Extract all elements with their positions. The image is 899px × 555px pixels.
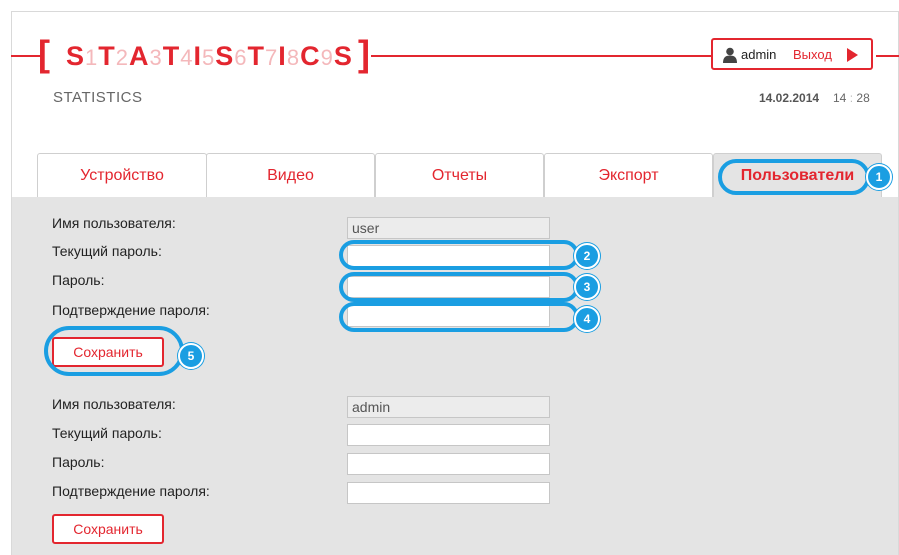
username-label: Имя пользователя: — [52, 396, 176, 412]
current-time: 14 : 28 — [833, 91, 870, 105]
confirm-password-label: Подтверждение пароля: — [52, 483, 210, 499]
current-password-field[interactable] — [347, 424, 550, 446]
top-rule — [11, 11, 899, 12]
arrow-right-icon[interactable] — [847, 48, 858, 62]
logo-digit: 1 — [85, 45, 99, 70]
logo-letter: I — [278, 41, 287, 71]
logo-wordmark: S1T2A3T4I5S6T7I8C9S — [66, 40, 353, 74]
username-field: admin — [347, 396, 550, 418]
callout-badge-3: 3 — [574, 274, 600, 300]
logo-digit: 3 — [149, 45, 163, 70]
tab-export[interactable]: Экспорт — [544, 153, 713, 197]
callout-badge-2: 2 — [574, 243, 600, 269]
password-label: Пароль: — [52, 272, 105, 288]
logo-letter: C — [300, 41, 321, 71]
save-button[interactable]: Сохранить — [52, 514, 164, 544]
app-subtitle: STATISTICS — [53, 89, 143, 106]
confirm-password-field[interactable] — [347, 482, 550, 504]
time-separator: : — [849, 91, 854, 105]
time-hours: 14 — [833, 91, 847, 105]
logo-line-right — [876, 55, 899, 57]
callout-highlight-5 — [44, 326, 184, 376]
logo-letter: S — [215, 41, 235, 71]
callout-highlight-3 — [339, 272, 579, 302]
logo-digit: 2 — [115, 45, 130, 70]
user-name: admin — [741, 47, 777, 62]
tab-video[interactable]: Видео — [206, 153, 375, 197]
callout-badge-4: 4 — [574, 306, 600, 332]
current-password-label: Текущий пароль: — [52, 243, 162, 259]
logo-letter: T — [98, 41, 116, 71]
callout-badge-5: 5 — [178, 343, 204, 369]
tab-device[interactable]: Устройство — [37, 153, 207, 197]
logo-line-mid — [371, 55, 711, 57]
logo-letter: T — [162, 41, 181, 71]
logo-digit: 8 — [286, 45, 301, 70]
logo-digit: 7 — [265, 45, 279, 70]
confirm-password-label: Подтверждение пароля: — [52, 302, 210, 318]
current-password-label: Текущий пароль: — [52, 425, 162, 441]
tab-reports[interactable]: Отчеты — [375, 153, 544, 197]
logo-letter: S — [66, 41, 86, 71]
logo-letter: S — [333, 41, 353, 71]
logo-digit: 9 — [320, 45, 334, 70]
username-field: user — [347, 217, 550, 239]
user-icon — [723, 47, 737, 63]
callout-badge-1: 1 — [866, 164, 892, 190]
logout-link[interactable]: Выход — [793, 47, 832, 62]
logo-bracket-left: [ — [38, 33, 50, 74]
logo-bracket-right: ] — [358, 33, 370, 74]
user-box: admin Выход — [711, 38, 873, 70]
logo-digit: 4 — [180, 45, 194, 70]
logo-letter: A — [129, 41, 150, 71]
callout-highlight-2 — [339, 240, 579, 270]
time-minutes: 28 — [856, 91, 870, 105]
date-value: 14.02.2014 — [759, 91, 820, 105]
current-date: 14.02.2014 — [759, 91, 819, 105]
logo-letter: I — [193, 41, 203, 71]
callout-highlight-1 — [718, 159, 870, 195]
logo-digit: 6 — [234, 45, 248, 70]
logo-letter: T — [247, 41, 266, 71]
password-label: Пароль: — [52, 454, 105, 470]
username-label: Имя пользователя: — [52, 215, 176, 231]
password-field[interactable] — [347, 453, 550, 475]
callout-highlight-4 — [339, 302, 579, 332]
logo-digit: 5 — [202, 45, 216, 70]
